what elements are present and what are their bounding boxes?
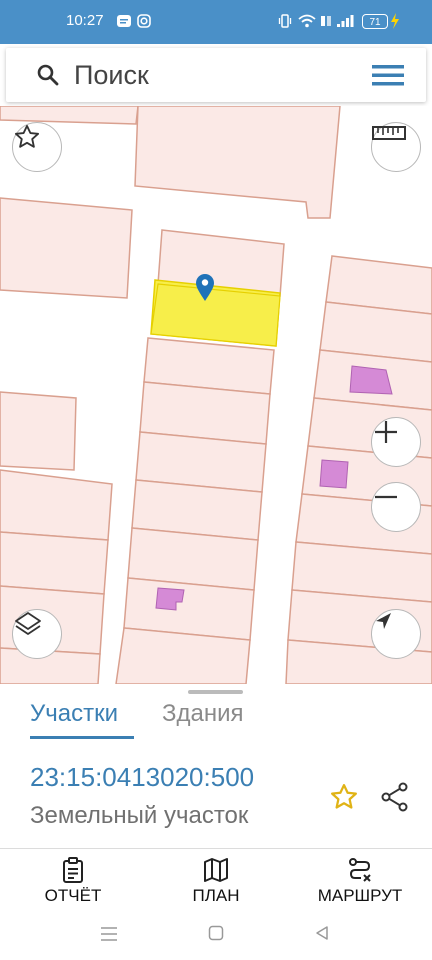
signal-icon (336, 13, 354, 29)
home-icon[interactable] (208, 925, 224, 946)
message-icon (116, 13, 132, 29)
instagram-icon (137, 13, 151, 29)
favorites-button[interactable] (12, 122, 62, 172)
land-parcel (0, 469, 113, 541)
map-canvas[interactable] (0, 106, 432, 684)
land-parcel (0, 531, 109, 595)
system-nav-bar (0, 912, 432, 960)
map-icon (203, 857, 229, 883)
nav-report-label: ОТЧЁТ (44, 886, 102, 905)
vibrate-icon (278, 13, 292, 29)
recent-apps-icon[interactable] (100, 926, 118, 947)
ruler-button[interactable] (371, 122, 421, 172)
menu-icon[interactable] (372, 62, 404, 93)
charging-icon (390, 13, 400, 29)
bottom-nav: ОТЧЁТ ПЛАН МАРШРУТ (0, 848, 432, 913)
building (319, 459, 349, 489)
volte-icon (320, 13, 332, 29)
back-icon[interactable] (314, 925, 330, 946)
building (349, 365, 393, 395)
land-parcel (0, 106, 139, 125)
share-icon[interactable] (380, 782, 410, 817)
active-tab-indicator (30, 736, 134, 739)
status-bar: 10:27 71 (0, 0, 432, 44)
search-icon (36, 63, 60, 92)
land-parcel (0, 197, 133, 299)
battery-icon: 71 (362, 14, 388, 29)
search-bar[interactable]: Поиск (6, 48, 426, 102)
land-parcel (0, 391, 77, 471)
nav-plan[interactable]: ПЛАН (171, 849, 261, 913)
parcel-type: Земельный участок (30, 802, 249, 829)
tab-buildings[interactable]: Здания (162, 700, 244, 728)
tab-parcels[interactable]: Участки (30, 700, 118, 728)
drag-handle[interactable] (188, 690, 243, 694)
cadastral-number[interactable]: 23:15:0413020:500 (30, 762, 254, 793)
favorite-star-icon[interactable] (329, 782, 359, 817)
cadastral-map[interactable] (0, 106, 432, 684)
nav-route-label: МАРШРУТ (317, 886, 403, 905)
tab-bar: Участки Здания (0, 684, 432, 743)
layers-button[interactable] (12, 609, 62, 659)
nav-plan-label: ПЛАН (192, 886, 240, 905)
zoom-in-button[interactable] (371, 417, 421, 467)
my-location-button[interactable] (371, 609, 421, 659)
search-input[interactable]: Поиск (74, 60, 149, 91)
nav-route[interactable]: МАРШРУТ (305, 849, 415, 913)
clipboard-icon (62, 857, 84, 883)
zoom-out-button[interactable] (371, 482, 421, 532)
status-time: 10:27 (66, 12, 104, 29)
parcel-card[interactable]: 23:15:0413020:500 Земельный участок (0, 742, 432, 848)
route-icon (347, 857, 373, 883)
wifi-icon (298, 13, 316, 29)
nav-report[interactable]: ОТЧЁТ (28, 849, 118, 913)
land-parcel (134, 106, 341, 219)
